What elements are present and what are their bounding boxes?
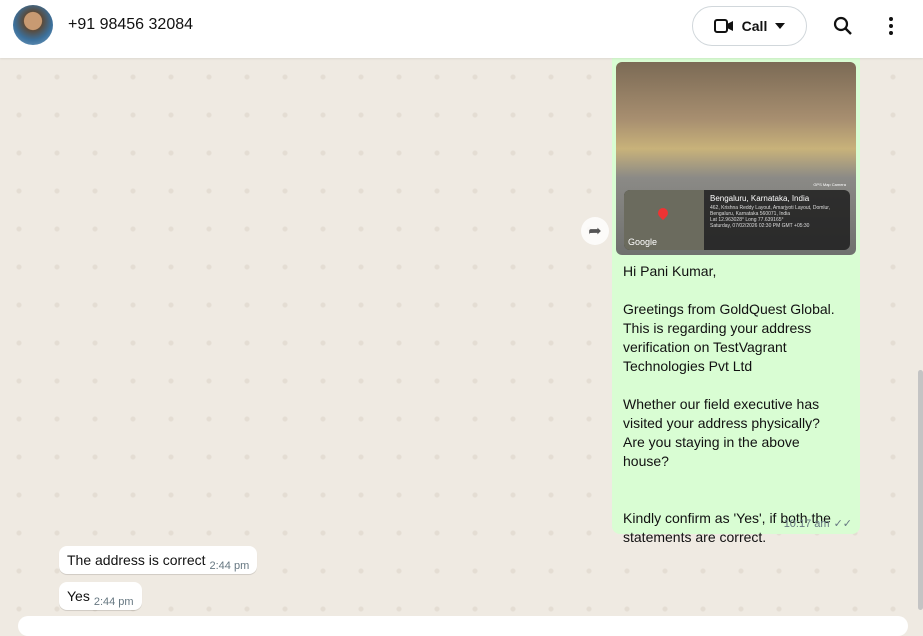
chevron-down-icon — [775, 23, 786, 29]
map-pin-icon — [655, 205, 671, 221]
call-label: Call — [741, 18, 768, 34]
message-text: Hi Pani Kumar, Greetings from GoldQuest … — [623, 263, 835, 545]
chat-header: +91 98456 32084 Call — [0, 0, 923, 58]
avatar[interactable] — [13, 5, 53, 45]
map-thumbnail: Google — [624, 190, 704, 250]
outgoing-message[interactable]: GPS Map Camera Google Bengaluru, Karnata… — [612, 58, 860, 545]
message-text: Yes — [67, 588, 90, 604]
gps-app-label: GPS Map Camera — [813, 182, 846, 187]
contact-name[interactable]: +91 98456 32084 — [68, 16, 193, 34]
geotag-overlay: Google Bengaluru, Karnataka, India 462, … — [624, 190, 850, 250]
location-photo[interactable]: GPS Map Camera Google Bengaluru, Karnata… — [616, 62, 856, 255]
message-composer[interactable] — [18, 616, 908, 636]
message-list[interactable]: ➦ GPS Map Camera Google Bengaluru, Karna… — [0, 58, 923, 622]
google-logo: Google — [628, 237, 658, 247]
message-time: 2:44 pm — [93, 596, 134, 608]
geotag-city: Bengaluru, Karnataka, India — [710, 194, 810, 203]
more-options-icon[interactable] — [879, 14, 903, 38]
call-button[interactable]: Call — [692, 6, 807, 46]
message-time: 10:17 am — [783, 517, 830, 530]
message-text: The address is correct — [67, 552, 206, 568]
geotag-address: 462, Krishna Reddy Layout, Amarjyoti Lay… — [710, 205, 831, 217]
scrollbar[interactable] — [918, 370, 923, 610]
search-icon[interactable] — [831, 14, 855, 38]
incoming-message[interactable]: Yes 2:44 pm — [59, 582, 142, 610]
double-check-icon: ✓✓ — [833, 518, 852, 530]
incoming-message[interactable]: The address is correct 2:44 pm — [59, 546, 258, 574]
message-time: 2:44 pm — [209, 560, 250, 572]
geotag-datetime: Saturday, 07/02/2026 02:30 PM GMT +05:30 — [710, 223, 810, 229]
video-icon — [713, 19, 733, 33]
forward-icon[interactable]: ➦ — [581, 217, 609, 245]
